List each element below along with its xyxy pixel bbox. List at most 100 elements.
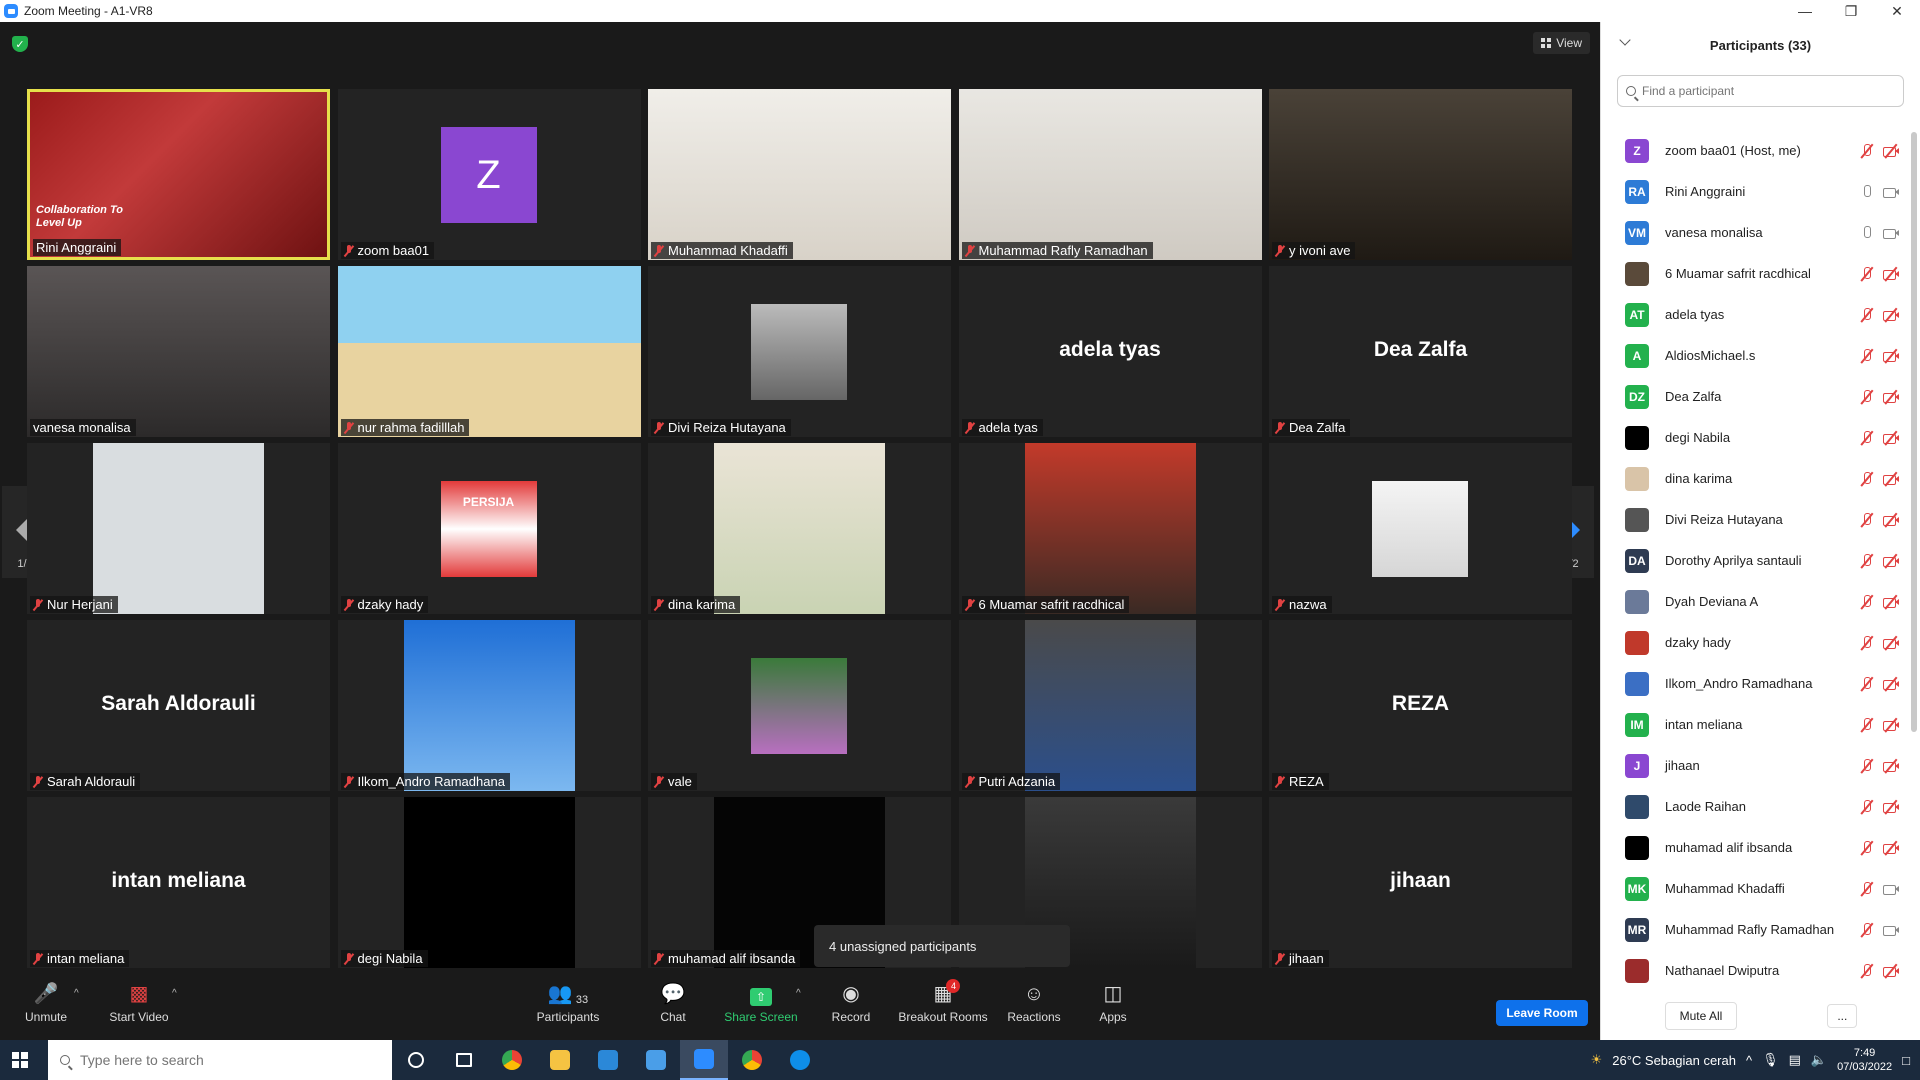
participant-list-scrollbar[interactable] bbox=[1911, 132, 1917, 732]
video-tile[interactable]: Muhammad Khadaffi bbox=[648, 89, 951, 260]
video-off-icon bbox=[1882, 840, 1900, 856]
video-off-icon bbox=[1882, 348, 1900, 364]
unmute-button[interactable]: 🎤 Unmute bbox=[18, 976, 74, 1040]
participant-row[interactable]: IM intan meliana bbox=[1601, 704, 1906, 745]
participant-row[interactable]: Laode Raihan bbox=[1601, 786, 1906, 827]
share-options-caret-icon[interactable]: ^ bbox=[796, 988, 801, 999]
participant-row[interactable]: A AldiosMichael.s bbox=[1601, 335, 1906, 376]
leave-room-button[interactable]: Leave Room bbox=[1496, 1000, 1588, 1026]
video-tile[interactable]: Ilkom_Andro Ramadhana bbox=[337, 620, 641, 791]
participant-row[interactable]: degi Nabila bbox=[1601, 417, 1906, 458]
participant-row[interactable]: MR Muhammad Rafly Ramadhan bbox=[1601, 909, 1906, 950]
taskbar-search-input[interactable] bbox=[80, 1052, 392, 1068]
mail-icon[interactable] bbox=[632, 1040, 680, 1080]
participant-name: dina karima bbox=[1665, 471, 1733, 486]
chrome-profile-icon[interactable] bbox=[728, 1040, 776, 1080]
participant-row[interactable]: AT adela tyas bbox=[1601, 294, 1906, 335]
video-tile[interactable]: Zzoom baa01 bbox=[337, 89, 641, 260]
mic-off-icon bbox=[1860, 553, 1874, 569]
video-tile[interactable]: Muhammad Rafly Ramadhan bbox=[958, 89, 1262, 260]
participant-row[interactable]: RA Rini Anggraini bbox=[1601, 171, 1906, 212]
participant-row[interactable]: DA Dorothy Aprilya santauli bbox=[1601, 540, 1906, 581]
chat-button[interactable]: 💬 Chat bbox=[648, 976, 698, 1040]
participant-row[interactable]: Zzoom baa01 (Host, me) bbox=[1601, 130, 1906, 171]
network-icon[interactable]: ▤ bbox=[1789, 1052, 1801, 1068]
mic-off-icon bbox=[1860, 143, 1874, 159]
mic-off-icon bbox=[965, 775, 975, 788]
volume-icon[interactable]: 🔈 bbox=[1811, 1052, 1827, 1068]
apps-button[interactable]: ◫ Apps bbox=[1088, 976, 1138, 1040]
participants-button[interactable]: 👥 33 Participants bbox=[530, 976, 606, 1040]
reactions-button[interactable]: ☺ Reactions bbox=[1004, 976, 1064, 1040]
tray-mic-icon[interactable]: 🎙 bbox=[1762, 1052, 1779, 1068]
participant-row[interactable]: muhamad alif ibsanda bbox=[1601, 827, 1906, 868]
participant-row[interactable]: Nathanael Dwiputra bbox=[1601, 950, 1906, 991]
record-button[interactable]: ◉ Record bbox=[826, 976, 876, 1040]
participant-video-frame bbox=[1024, 443, 1196, 614]
share-screen-button[interactable]: ⇧ Share Screen bbox=[720, 976, 802, 1040]
zoom-taskbar-icon[interactable] bbox=[680, 1040, 728, 1080]
video-tile[interactable]: intan meliana intan meliana bbox=[27, 797, 330, 968]
participant-row[interactable]: dzaky hady bbox=[1601, 622, 1906, 663]
more-options-button[interactable]: ... bbox=[1827, 1004, 1858, 1028]
participant-name-caption: dzaky hady bbox=[340, 596, 429, 613]
video-tile[interactable]: Divi Reiza Hutayana bbox=[648, 266, 951, 437]
start-video-button[interactable]: ▩ Start Video bbox=[104, 976, 174, 1040]
video-tile[interactable]: degi Nabila bbox=[337, 797, 641, 968]
participant-row[interactable]: dina karima bbox=[1601, 458, 1906, 499]
participant-list[interactable]: Zzoom baa01 (Host, me) RA Rini Anggraini VM… bbox=[1601, 130, 1906, 995]
participant-name-caption: jihaan bbox=[1272, 950, 1329, 967]
participant-row[interactable]: Dyah Deviana A bbox=[1601, 581, 1906, 622]
windows-start-icon[interactable] bbox=[0, 1040, 40, 1080]
window-controls: — ❐ ✕ bbox=[1782, 0, 1920, 22]
video-tile[interactable]: PERSIJA dzaky hady bbox=[337, 443, 641, 614]
participant-row[interactable]: Jjihaan bbox=[1601, 745, 1906, 786]
microsoft-store-icon[interactable] bbox=[584, 1040, 632, 1080]
participant-row[interactable]: VM vanesa monalisa bbox=[1601, 212, 1906, 253]
collapse-chevron-icon[interactable] bbox=[1619, 34, 1631, 46]
tray-chevron-icon[interactable]: ^ bbox=[1746, 1053, 1752, 1068]
audio-options-caret-icon[interactable]: ^ bbox=[74, 988, 79, 999]
maximize-icon[interactable]: ❐ bbox=[1828, 0, 1874, 22]
video-tile[interactable]: nur rahma fadilllah bbox=[337, 266, 641, 437]
notifications-icon[interactable]: □ bbox=[1902, 1053, 1910, 1068]
participant-row[interactable]: 6 Muamar safrit racdhical bbox=[1601, 253, 1906, 294]
participant-row[interactable]: Ilkom_Andro Ramadhana bbox=[1601, 663, 1906, 704]
video-tile[interactable]: nazwa bbox=[1269, 443, 1572, 614]
close-icon[interactable]: ✕ bbox=[1874, 0, 1920, 22]
participant-row[interactable]: Divi Reiza Hutayana bbox=[1601, 499, 1906, 540]
cortana-icon[interactable] bbox=[392, 1040, 440, 1080]
video-tile[interactable]: y ivoni ave bbox=[1269, 89, 1572, 260]
video-tile[interactable]: Nur Herjani bbox=[27, 443, 330, 614]
weather-text[interactable]: 26°C Sebagian cerah bbox=[1612, 1053, 1736, 1068]
security-shield-icon[interactable]: ✓ bbox=[12, 36, 28, 52]
taskbar-search-box[interactable] bbox=[48, 1040, 392, 1080]
participant-row[interactable]: DZ Dea Zalfa bbox=[1601, 376, 1906, 417]
video-tile[interactable]: Collaboration To Level Up Rini Anggraini bbox=[27, 89, 330, 260]
view-button[interactable]: View bbox=[1533, 32, 1590, 54]
participant-search-box[interactable] bbox=[1617, 75, 1904, 107]
video-tile[interactable]: 6 Muamar safrit racdhical bbox=[958, 443, 1262, 614]
video-tile[interactable]: vanesa monalisa bbox=[27, 266, 330, 437]
video-tile[interactable]: dina karima bbox=[648, 443, 951, 614]
teamviewer-icon[interactable] bbox=[776, 1040, 824, 1080]
video-options-caret-icon[interactable]: ^ bbox=[172, 988, 177, 999]
unassigned-participants-toast[interactable]: 4 unassigned participants bbox=[814, 925, 1070, 967]
breakout-rooms-button[interactable]: ▦ 4 Breakout Rooms bbox=[896, 976, 990, 1040]
video-tile[interactable]: REZA REZA bbox=[1269, 620, 1572, 791]
task-view-icon[interactable] bbox=[440, 1040, 488, 1080]
video-tile[interactable]: Sarah Aldorauli Sarah Aldorauli bbox=[27, 620, 330, 791]
chrome-icon[interactable] bbox=[488, 1040, 536, 1080]
video-tile[interactable]: adela tyas adela tyas bbox=[958, 266, 1262, 437]
minimize-icon[interactable]: — bbox=[1782, 0, 1828, 22]
participant-search-input[interactable] bbox=[1642, 84, 1903, 98]
clock[interactable]: 7:49 07/03/2022 bbox=[1837, 1046, 1892, 1074]
mute-all-button[interactable]: Mute All bbox=[1664, 1002, 1738, 1030]
participant-name: vanesa monalisa bbox=[1665, 225, 1763, 240]
file-explorer-icon[interactable] bbox=[536, 1040, 584, 1080]
video-tile[interactable]: Dea Zalfa Dea Zalfa bbox=[1269, 266, 1572, 437]
video-tile[interactable]: vale bbox=[648, 620, 951, 791]
participant-row[interactable]: MK Muhammad Khadaffi bbox=[1601, 868, 1906, 909]
video-tile[interactable]: jihaan jihaan bbox=[1269, 797, 1572, 968]
video-tile[interactable]: Putri Adzania bbox=[958, 620, 1262, 791]
